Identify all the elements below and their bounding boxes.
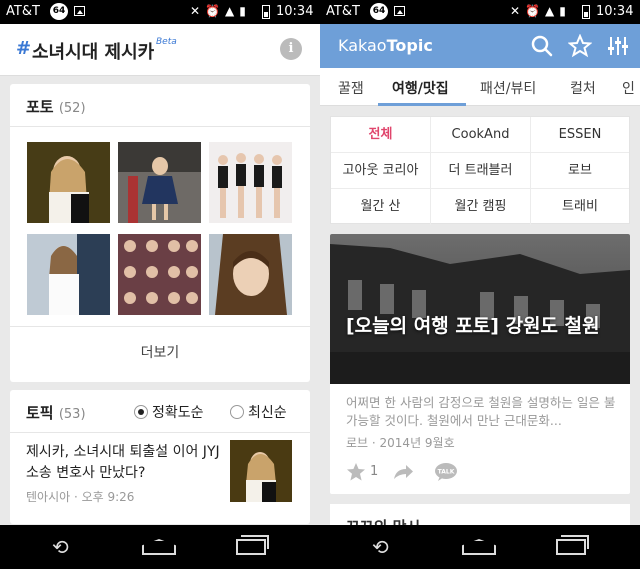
photo-thumbnail[interactable] [209,142,292,223]
sort-accuracy-radio[interactable]: 정확도순 [134,402,204,422]
like-count: 1 [370,464,379,479]
home-icon[interactable] [462,539,496,555]
divider [10,432,310,433]
like-star-icon[interactable] [346,462,366,486]
source-essen[interactable]: ESSEN [531,117,629,153]
source-lobe[interactable]: 로브 [531,153,629,189]
recent-apps-icon[interactable] [236,535,269,555]
app-logo: KakaoTopic [338,36,433,55]
photo-thumbnail[interactable] [27,142,110,223]
star-icon[interactable] [567,33,593,58]
home-icon[interactable] [142,539,176,555]
more-photos-button[interactable]: 더보기 [10,342,310,362]
active-tab-indicator [378,103,466,106]
photo-section-title: 포토 (52) [26,96,86,117]
status-clock: 10:34 [276,4,314,19]
recent-apps-icon[interactable] [556,535,589,555]
tab-fashion-beauty[interactable]: 패션/뷰티 [480,78,536,98]
topic-section-title: 토픽 (53) [26,402,86,423]
divider [10,126,310,127]
sort-latest-label: 최신순 [248,405,287,421]
search-icon[interactable] [530,34,554,58]
right-screen: AT&T 64 ✕⏰▲▮ 10:34 KakaoTopic 꿀잼 여행/맛집 패… [320,0,640,569]
photo-thumbnail[interactable] [118,234,201,315]
article-actions: 1 TALK [346,462,616,482]
tab-travel-food[interactable]: 여행/맛집 [392,78,449,98]
page-title: 소녀시대 제시카 [32,42,155,63]
app-header: KakaoTopic [320,24,640,68]
source-monthly-camping[interactable]: 월간 캠핑 [431,189,531,225]
article-title[interactable]: [오늘의 여행 포토] 강원도 철원 [346,314,614,339]
notification-badge: 64 [370,3,388,20]
info-icon[interactable]: i [280,38,302,60]
article-image [330,234,630,384]
radio-unselected-icon [230,405,244,419]
status-bar: AT&T 64 ✕⏰▲▮ 10:34 [320,0,640,24]
status-bar: AT&T 64 ✕⏰▲▮ 10:34 [0,0,320,24]
talk-label: TALK [438,469,455,476]
topic-count: (53) [58,407,86,422]
photo-thumbnail[interactable] [118,142,201,223]
image-notification-icon [74,6,85,16]
navigation-bar: ⟲ [320,525,640,569]
carrier-label: AT&T [326,4,360,19]
beta-label: Beta [156,37,177,47]
logo-prefix: Kakao [338,36,387,55]
topic-item-meta: 텐아시아 · 오후 9:26 [26,490,135,504]
kakaotalk-share-icon[interactable]: TALK [434,462,458,486]
tab-fun[interactable]: 꿀잼 [338,78,364,98]
source-traveller[interactable]: 더 트래블러 [431,153,531,189]
source-filter-grid: 전체 CookAnd ESSEN 고아웃 코리아 더 트래블러 로브 월간 산 … [330,116,630,225]
photo-label: 포토 [26,98,54,116]
photo-count: (52) [58,101,86,116]
hash-symbol: # [16,38,32,59]
share-icon[interactable] [392,462,414,486]
carrier-label: AT&T [6,4,40,19]
left-screen: AT&T 64 ✕⏰▲▮ 10:34 # 소녀시대 제시카 Beta i 포토 … [0,0,320,569]
article-summary: 어쩌면 한 사람의 감정으로 철원을 설명하는 일은 불가능할 것이다. 철원에… [346,395,616,428]
settings-sliders-icon[interactable] [606,34,630,58]
source-gooutkorea[interactable]: 고아웃 코리아 [331,153,431,189]
source-travie[interactable]: 트래비 [531,189,629,225]
status-clock: 10:34 [596,4,634,19]
article-card[interactable]: [오늘의 여행 포토] 강원도 철원 어쩌면 한 사람의 감정으로 철원을 설명… [330,234,630,494]
sort-latest-radio[interactable]: 최신순 [230,402,287,422]
tab-people[interactable]: 인 [622,78,635,98]
article-meta: 로브 · 2014년 9월호 [346,436,455,450]
topic-thumbnail[interactable] [230,440,292,502]
divider [10,326,310,327]
topic-item-title[interactable]: 제시카, 소녀시대 퇴출설 이어 JYJ 소송 변호사 만났다? [26,442,226,484]
photo-card: 포토 (52) 더보기 [10,84,310,382]
navigation-bar: ⟲ [0,525,320,569]
sort-accuracy-label: 정확도순 [152,405,204,421]
status-icons: ✕⏰▲▮ [510,4,571,18]
battery-icon [262,5,270,19]
topic-header: # 소녀시대 제시카 Beta i [0,24,320,76]
source-cookand[interactable]: CookAnd [431,117,531,153]
back-icon[interactable]: ⟲ [372,537,389,557]
photo-thumbnail[interactable] [209,234,292,315]
battery-icon [582,5,590,19]
source-monthly-mountain[interactable]: 월간 산 [331,189,431,225]
source-all[interactable]: 전체 [331,117,431,153]
category-tabs: 꿀잼 여행/맛집 패션/뷰티 컬처 인 [320,68,640,106]
notification-badge: 64 [50,3,68,20]
tab-culture[interactable]: 컬처 [570,78,596,98]
logo-bold: Topic [386,36,433,55]
radio-selected-icon [134,405,148,419]
topic-label: 토픽 [26,404,54,422]
back-icon[interactable]: ⟲ [52,537,69,557]
image-notification-icon [394,6,405,16]
status-icons: ✕⏰▲▮ [190,4,251,18]
topic-card: 토픽 (53) 정확도순 최신순 제시카, 소녀시대 퇴출설 이어 JYJ 소송… [10,390,310,524]
photo-thumbnail[interactable] [27,234,110,315]
